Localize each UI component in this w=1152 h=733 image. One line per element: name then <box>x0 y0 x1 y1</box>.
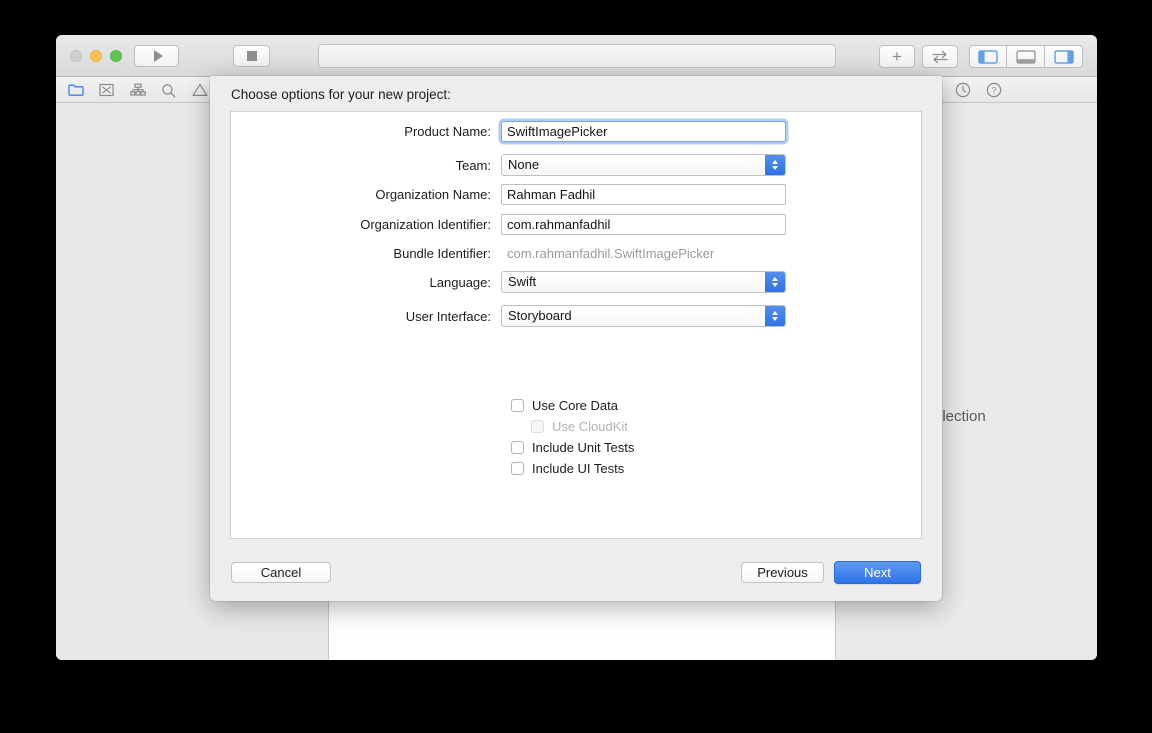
left-panel-icon <box>978 49 998 64</box>
next-button[interactable]: Next <box>834 561 921 584</box>
form-row: Team: None <box>231 150 786 180</box>
chevron-up-icon <box>772 311 778 315</box>
toggle-right-panel-button[interactable] <box>1045 45 1083 68</box>
svg-text:?: ? <box>991 86 996 96</box>
folder-icon[interactable] <box>67 82 84 99</box>
field-label: Product Name: <box>404 123 491 139</box>
stop-button[interactable] <box>233 45 270 67</box>
panel-toggle-group <box>969 45 1083 68</box>
history-icon-glyph <box>955 82 970 98</box>
popup-button-value: Storyboard <box>508 308 572 323</box>
project-options-checkbox-group: Use Core Data Use CloudKit Include Unit Te… <box>511 395 634 479</box>
help-icon-glyph: ? <box>986 82 1001 98</box>
chevron-down-icon <box>772 283 778 287</box>
popup-button[interactable]: None <box>501 154 786 176</box>
swap-arrows-icon <box>932 50 948 63</box>
checkbox-label: Use CloudKit <box>552 419 628 434</box>
cancel-button-label: Cancel <box>260 565 302 580</box>
text-field[interactable]: com.rahmanfadhil <box>501 213 786 235</box>
new-project-options-sheet: Choose options for your new project: Pro… <box>210 76 942 601</box>
checkbox-icon[interactable] <box>511 462 524 475</box>
popup-stepper-icon[interactable] <box>765 306 785 326</box>
minimize-window-button[interactable] <box>90 50 102 62</box>
run-button[interactable] <box>134 45 179 67</box>
bottom-panel-icon <box>1015 49 1036 64</box>
previous-button-label: Previous <box>757 565 808 580</box>
field-label: Language: <box>429 274 491 290</box>
chevron-up-icon <box>772 160 778 164</box>
traffic-light-group <box>70 50 122 62</box>
hierarchy-icon[interactable] <box>129 82 146 99</box>
source-control-icon[interactable] <box>98 82 115 99</box>
form-row: Product Name: SwiftImagePicker <box>231 116 786 146</box>
field-label: Organization Name: <box>375 186 491 202</box>
plus-icon: + <box>892 46 902 66</box>
warning-icon-glyph <box>191 83 208 96</box>
hierarchy-icon-glyph <box>129 83 146 96</box>
add-button[interactable]: + <box>879 45 915 68</box>
form-row: Organization Identifier: com.rahmanfadhil <box>231 209 786 239</box>
text-field[interactable]: Rahman Fadhil <box>501 183 786 205</box>
inspector-selector-bar: ? <box>954 77 1002 103</box>
maximize-window-button[interactable] <box>110 50 122 62</box>
form-row: Organization Name: Rahman Fadhil <box>231 179 786 209</box>
checkbox-label: Use Core Data <box>532 398 618 413</box>
search-icon-glyph <box>162 83 176 97</box>
chevron-up-icon <box>772 277 778 281</box>
popup-button-value: None <box>508 157 540 172</box>
checkbox-row[interactable]: Include UI Tests <box>511 458 634 479</box>
field-label: User Interface: <box>405 308 491 324</box>
checkbox-icon <box>531 420 544 433</box>
sheet-content-area: Product Name: SwiftImagePicker Team: None Or… <box>230 111 922 539</box>
checkbox-label: Include UI Tests <box>532 461 625 476</box>
checkbox-row[interactable]: Use Core Data <box>511 395 634 416</box>
history-icon[interactable] <box>954 82 971 99</box>
assistant-editor-button[interactable] <box>922 45 958 68</box>
help-icon[interactable]: ? <box>985 82 1002 99</box>
popup-button-value: Swift <box>508 274 537 289</box>
sheet-title: Choose options for your new project: <box>231 87 451 102</box>
checkbox-icon[interactable] <box>511 441 524 454</box>
previous-button[interactable]: Previous <box>741 562 824 583</box>
warning-icon[interactable] <box>191 82 208 99</box>
checkbox-row[interactable]: Include Unit Tests <box>511 437 634 458</box>
form-row: User Interface: Storyboard <box>231 301 786 331</box>
chevron-down-icon <box>772 166 778 170</box>
field-label: Bundle Identifier: <box>393 245 491 261</box>
folder-icon-glyph <box>67 84 84 96</box>
navigator-selector-bar <box>62 77 208 103</box>
checkbox-label: Include Unit Tests <box>532 440 635 455</box>
search-icon[interactable] <box>160 82 177 99</box>
readonly-value: com.rahmanfadhil.SwiftImagePicker <box>507 245 715 261</box>
text-field[interactable]: SwiftImagePicker <box>501 120 786 142</box>
field-label: Organization Identifier: <box>360 216 491 232</box>
window-titlebar: + <box>56 35 1097 77</box>
form-row: Language: Swift <box>231 267 786 297</box>
right-panel-icon <box>1053 49 1074 64</box>
source-control-icon-glyph <box>99 83 114 97</box>
toolbar-status-area <box>318 44 836 68</box>
stop-icon <box>246 51 257 61</box>
cancel-button[interactable]: Cancel <box>231 562 331 583</box>
popup-stepper-icon[interactable] <box>765 155 785 175</box>
popup-button[interactable]: Storyboard <box>501 305 786 327</box>
play-icon <box>153 50 163 62</box>
chevron-down-icon <box>772 317 778 321</box>
popup-stepper-icon[interactable] <box>765 272 785 292</box>
close-window-button[interactable] <box>70 50 82 62</box>
form-row: Bundle Identifier: com.rahmanfadhil.Swift… <box>231 238 714 268</box>
checkbox-icon[interactable] <box>511 399 524 412</box>
toggle-left-panel-button[interactable] <box>969 45 1007 68</box>
screen: + ? Selection Choose options for your ne… <box>0 0 1152 733</box>
field-label: Team: <box>455 157 491 173</box>
checkbox-row: Use CloudKit <box>511 416 634 437</box>
next-button-label: Next <box>864 565 891 580</box>
toggle-bottom-panel-button[interactable] <box>1007 45 1045 68</box>
popup-button[interactable]: Swift <box>501 271 786 293</box>
